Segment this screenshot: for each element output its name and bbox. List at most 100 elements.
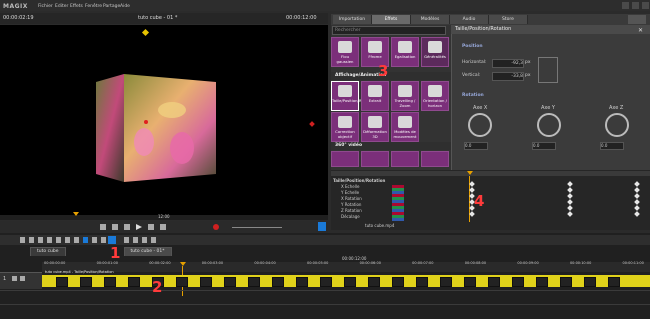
keyframe-diamond[interactable] — [634, 211, 640, 217]
zoom-icon — [398, 85, 412, 97]
rotation-z-input[interactable]: 0.0 — [600, 142, 624, 150]
tool-icon[interactable] — [142, 237, 147, 243]
rotation-dial-x-icon[interactable] — [468, 113, 492, 137]
stop-icon[interactable] — [124, 224, 130, 230]
panel-menu-icon[interactable] — [628, 15, 646, 24]
menu-edit[interactable]: Editer — [55, 4, 68, 9]
tile-travelling-zoom[interactable]: Travelling / Zoom — [391, 81, 419, 111]
tile-modeles-mouvement[interactable]: Modèles de mouvement — [391, 112, 419, 142]
keyframe-diamond[interactable] — [567, 205, 573, 211]
annotation-2: 2 — [152, 278, 163, 296]
record-icon[interactable] — [213, 224, 219, 230]
keyframe-ruler[interactable] — [331, 171, 650, 176]
tile-correction-objectif[interactable]: Correction objectif — [331, 112, 359, 142]
go-end-icon[interactable] — [160, 224, 166, 230]
keyframe-diamond[interactable] — [634, 199, 640, 205]
tile-deformation-3d[interactable]: Déformation 3D — [361, 112, 389, 142]
keyframe-row-offset[interactable]: Décalage — [333, 214, 385, 220]
window-icon-1[interactable] — [622, 2, 629, 9]
timeline-playhead-icon[interactable] — [180, 262, 186, 266]
rotation-dial-y-icon[interactable] — [537, 113, 561, 137]
ruler-tick: 00:00:09:00 — [517, 261, 539, 265]
menu-help[interactable]: Aide — [120, 4, 130, 9]
tool-icon[interactable] — [20, 237, 25, 243]
tool-icon[interactable] — [74, 237, 79, 243]
track-lock-icon[interactable] — [20, 276, 25, 281]
tool-icon[interactable] — [151, 237, 156, 243]
tile-flou-gaussien[interactable]: Flou gaussien — [331, 37, 359, 67]
fullscreen-icon[interactable] — [318, 222, 326, 231]
tile-egalisation[interactable]: Egalisation — [391, 37, 419, 67]
rotation-x-input[interactable]: 0.0 — [464, 142, 488, 150]
track-mute-icon[interactable] — [12, 276, 17, 281]
tile-360-c[interactable] — [391, 151, 419, 167]
rotation-dial-z-icon[interactable] — [605, 113, 629, 137]
section-affichage-animation[interactable]: Affichage/Animation — [331, 72, 451, 80]
playhead-marker-icon[interactable] — [73, 212, 79, 216]
keyframe-diamond[interactable] — [634, 193, 640, 199]
tile-360-a[interactable] — [331, 151, 359, 167]
horizontal-input[interactable]: -92,3 — [492, 59, 524, 68]
track-divider — [0, 290, 650, 291]
rotation-y-input[interactable]: 0.0 — [532, 142, 556, 150]
tab-audio[interactable]: Audio — [450, 15, 489, 24]
tile-generalites[interactable]: Généralités — [421, 37, 449, 67]
keyframe-diamond[interactable] — [567, 199, 573, 205]
tab-store[interactable]: Store — [489, 15, 528, 24]
close-panel-icon[interactable]: ✕ — [638, 27, 643, 34]
axis-y-label: Axe Y — [541, 105, 555, 111]
menu-window[interactable]: Fenêtre — [85, 4, 102, 9]
tile-extrait[interactable]: Extrait — [361, 81, 389, 111]
tool-icon[interactable] — [29, 237, 34, 243]
keyframe-diamond[interactable] — [634, 181, 640, 187]
tool-icon[interactable] — [65, 237, 70, 243]
keyframe-diamond[interactable] — [469, 211, 475, 217]
tool-icon[interactable] — [92, 237, 97, 243]
clip-frame — [488, 277, 500, 287]
window-icon-2[interactable] — [632, 2, 639, 9]
tile-orientation-horizon[interactable]: Orientation / horizon — [421, 81, 449, 111]
tab-importation[interactable]: Importation — [333, 15, 372, 24]
menu-effects[interactable]: Effets — [70, 4, 83, 9]
next-frame-icon[interactable] — [148, 224, 154, 230]
tool-icon[interactable] — [47, 237, 52, 243]
position-align-icon[interactable] — [538, 57, 558, 83]
tile-taille-position-rotation[interactable]: Taille/Position/Rotation — [331, 81, 375, 111]
tab-modeles[interactable]: Modèles — [411, 15, 450, 24]
magnet-icon[interactable] — [83, 237, 88, 243]
tile-360-d[interactable] — [421, 151, 449, 167]
keyframe-diamond[interactable] — [567, 193, 573, 199]
cursor-tool-icon[interactable] — [108, 236, 116, 244]
keyframe-diamond[interactable] — [567, 187, 573, 193]
position-section[interactable]: Position — [458, 43, 642, 51]
ruler-tick: 00:00:00:00 — [44, 261, 66, 265]
clip-frame — [440, 277, 452, 287]
timeline-tab-tuto-cube-01[interactable]: tuto cube - 01* — [123, 247, 172, 256]
vertical-input[interactable]: -33,8 — [492, 72, 524, 81]
tool-icon[interactable] — [124, 237, 129, 243]
rotation-section[interactable]: Rotation — [458, 92, 642, 100]
keyframe-diamond[interactable] — [567, 181, 573, 187]
timeline-tab-tuto-cube[interactable]: tuto cube — [30, 247, 66, 256]
keyframe-diamond[interactable] — [567, 211, 573, 217]
keyframe-diamond[interactable] — [469, 181, 475, 187]
tab-effets[interactable]: Effets — [372, 15, 411, 24]
tool-icon[interactable] — [56, 237, 61, 243]
keyframe-diamond[interactable] — [634, 205, 640, 211]
go-start-icon[interactable] — [100, 224, 106, 230]
volume-slider[interactable] — [232, 227, 282, 228]
track-number: 1 — [3, 276, 7, 282]
menu-file[interactable]: Fichier — [38, 4, 53, 9]
tool-icon[interactable] — [133, 237, 138, 243]
menu-share[interactable]: Partage — [103, 4, 120, 9]
close-icon[interactable] — [642, 2, 649, 9]
keyframe-playhead-icon[interactable] — [467, 171, 473, 175]
section-360-video[interactable]: 360° vidéo — [331, 142, 451, 150]
cube-image[interactable] — [94, 70, 218, 188]
tile-360-b[interactable] — [361, 151, 389, 167]
prev-frame-icon[interactable] — [112, 224, 118, 230]
keyframe-diamond[interactable] — [634, 187, 640, 193]
tool-icon[interactable] — [38, 237, 43, 243]
tool-icon[interactable] — [101, 237, 106, 243]
effects-search-input[interactable]: Rechercher — [332, 26, 446, 35]
